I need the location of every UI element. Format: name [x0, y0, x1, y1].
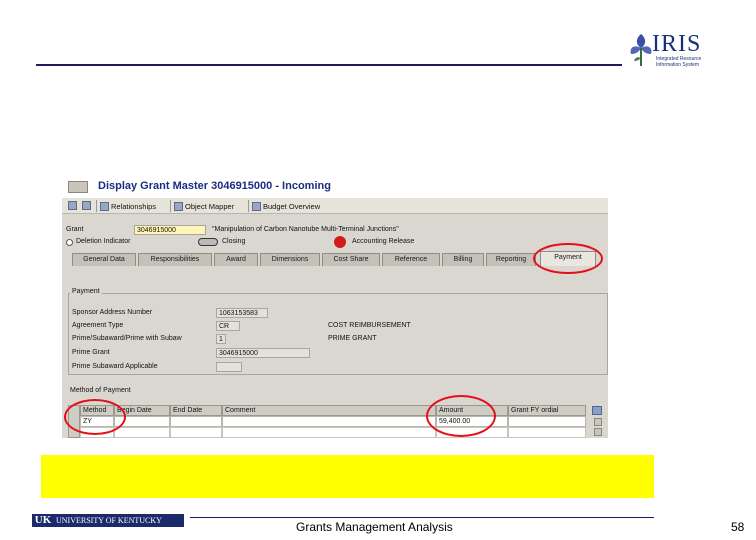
tab-award[interactable]: Award [214, 253, 258, 266]
footer-title: Grants Management Analysis [296, 520, 453, 534]
budget-overview-icon [252, 201, 261, 211]
deletion-indicator-radio[interactable] [66, 239, 73, 246]
prime-subaward-applicable-label: Prime Subaward Applicable [72, 363, 158, 370]
tab-cost-share[interactable]: Cost Share [322, 253, 380, 266]
tab-reporting[interactable]: Reporting [486, 253, 536, 266]
column-header-end-date[interactable]: End Date [170, 405, 222, 416]
scroll-up-icon[interactable] [594, 418, 602, 426]
agreement-type-label: Agreement Type [72, 322, 124, 329]
method-of-payment-title: Method of Payment [68, 387, 133, 394]
closing-status-icon [198, 238, 218, 246]
cell-grant-fy[interactable] [508, 416, 586, 427]
page-number: 58 [731, 520, 745, 534]
tab-strip: General Data Responsibilities Award Dime… [62, 251, 608, 267]
empty-cell[interactable] [170, 427, 222, 438]
logo-text: IRIS [652, 31, 702, 57]
budget-overview-button[interactable]: Budget Overview [252, 200, 320, 212]
cell-comment[interactable] [222, 416, 436, 427]
object-mapper-label: Object Mapper [185, 201, 235, 211]
prime-grant-field[interactable]: 3046915000 [216, 348, 310, 358]
university-name: UNIVERSITY OF KENTUCKY [54, 514, 184, 527]
tab-reference[interactable]: Reference [382, 253, 440, 266]
cell-end-date[interactable] [170, 416, 222, 427]
top-rule [36, 64, 622, 66]
window-titlebar: Display Grant Master 3046915000 - Incomi… [62, 176, 608, 198]
prime-subaward-applicable-field[interactable] [216, 362, 242, 372]
tab-billing[interactable]: Billing [442, 253, 484, 266]
uk-mark: UK [32, 514, 54, 527]
relationships-label: Relationships [111, 201, 157, 211]
closing-label: Closing [222, 238, 246, 245]
deletion-indicator-label: Deletion Indicator [76, 238, 131, 245]
prime-grant-label: Prime Grant [72, 349, 110, 356]
app-toolbar: Relationships Object Mapper Budget Overv… [62, 198, 608, 214]
empty-cell[interactable] [222, 427, 436, 438]
prime-subaward-label: Prime/Subaward/Prime with Subaw [72, 335, 182, 342]
tab-responsibilities[interactable]: Responsibilities [138, 253, 212, 266]
column-header-comment[interactable]: Comment [222, 405, 436, 416]
budget-overview-label: Budget Overview [263, 201, 321, 211]
object-mapper-icon [174, 201, 183, 211]
app-icon [68, 181, 88, 193]
sponsor-address-label: Sponsor Address Number [72, 309, 153, 316]
yellow-highlight-box [41, 455, 654, 498]
table-settings-icon[interactable] [592, 406, 602, 415]
university-logo: UK UNIVERSITY OF KENTUCKY [32, 514, 184, 527]
window-title: Display Grant Master 3046915000 - Incomi… [98, 180, 331, 192]
iris-logo: IRIS Integrated Resource Information Sys… [628, 28, 718, 74]
empty-cell[interactable] [114, 427, 170, 438]
agreement-type-field[interactable]: CR [216, 321, 240, 331]
empty-cell[interactable] [508, 427, 586, 438]
logo-subtitle: Integrated Resource Information System [656, 56, 702, 68]
relationships-icon [100, 201, 109, 211]
sap-screenshot: Display Grant Master 3046915000 - Incomi… [62, 176, 608, 438]
scroll-down-icon[interactable] [594, 428, 602, 436]
grant-field[interactable]: 3046915000 [134, 225, 206, 235]
footer-rule [190, 517, 654, 518]
object-mapper-button[interactable]: Object Mapper [174, 200, 234, 212]
tab-general-data[interactable]: General Data [72, 253, 136, 266]
stop-sign-icon [334, 236, 346, 248]
iris-flower-icon [630, 34, 652, 66]
toolbar-separator [170, 200, 171, 212]
prime-subaward-description: PRIME GRANT [328, 335, 377, 342]
payment-group-title: Payment [70, 288, 102, 295]
prime-subaward-field[interactable]: 1 [216, 334, 226, 344]
annotation-oval-method [64, 399, 126, 435]
annotation-oval-payment-tab [533, 243, 603, 274]
relationships-button[interactable]: Relationships [100, 200, 156, 212]
grant-label: Grant [66, 226, 84, 233]
accounting-release-label: Accounting Release [352, 238, 415, 245]
print-icon[interactable] [82, 201, 91, 210]
grant-description: "Manipulation of Carbon Nanotube Multi-T… [212, 226, 399, 233]
toolbar-separator [96, 200, 97, 212]
agreement-type-description: COST REIMBURSEMENT [328, 322, 411, 329]
tab-dimensions[interactable]: Dimensions [260, 253, 320, 266]
toolbar-separator [248, 200, 249, 212]
sponsor-address-field[interactable]: 1063153583 [216, 308, 268, 318]
annotation-oval-amount [426, 395, 496, 437]
save-icon[interactable] [68, 201, 77, 210]
column-header-grant-fy[interactable]: Grant FY ordial [508, 405, 586, 416]
